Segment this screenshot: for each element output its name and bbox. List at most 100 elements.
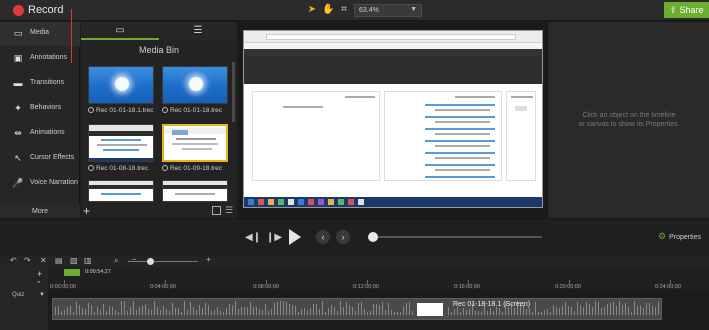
sidebar-item-cursor-effects[interactable]: ↖ Cursor Effects [0, 147, 80, 171]
sidebar-item-label: Media [30, 29, 50, 36]
zoom-out-icon[interactable]: − [132, 255, 137, 264]
arrow-pointer-icon[interactable]: ➤ [306, 4, 318, 16]
next-icon[interactable]: › [336, 230, 350, 244]
waveform-bar [196, 310, 197, 315]
playhead-handle[interactable] [64, 269, 80, 276]
previous-icon[interactable]: ‹ [316, 230, 330, 244]
undo-icon[interactable]: ↶ [10, 256, 17, 265]
sidebar-item-transitions[interactable]: ▬ Transitions [0, 72, 80, 96]
timeline-zoom-track[interactable] [128, 261, 198, 262]
waveform-bar [247, 307, 248, 315]
media-bin-scrollbar[interactable] [232, 62, 235, 122]
chevron-down-icon[interactable]: ▼ [39, 292, 45, 298]
waveform-bar [622, 305, 623, 315]
sidebar-item-media[interactable]: ▭ Media [0, 22, 80, 46]
waveform-bar [334, 307, 335, 315]
media-thumbnail[interactable] [88, 66, 154, 104]
waveform-bar [127, 311, 128, 315]
cut-icon[interactable]: ✕ [40, 256, 47, 265]
waveform-bar [250, 302, 251, 315]
crop-icon[interactable]: ⌗ [338, 4, 350, 16]
waveform-bar [358, 303, 359, 315]
waveform-bar [652, 306, 653, 315]
page-column-right [506, 91, 536, 181]
add-media-icon[interactable]: + [83, 204, 90, 218]
waveform-bar [223, 312, 224, 315]
media-thumbnail[interactable] [162, 66, 228, 104]
sidebar-item-animations[interactable]: ⇹ Animations [0, 122, 80, 146]
waveform-bar [307, 310, 308, 315]
waveform-bar [469, 309, 470, 315]
sidebar-item-annotations[interactable]: ▣ Annotations [0, 47, 80, 71]
play-icon[interactable] [289, 229, 301, 245]
paste-icon[interactable]: ▧ [70, 256, 78, 265]
collapse-icon[interactable]: ⌃ [36, 280, 42, 288]
media-thumbnail[interactable] [162, 180, 228, 202]
media-thumbnail[interactable] [88, 180, 154, 202]
zoom-search-icon[interactable]: ⌕ [114, 256, 118, 266]
waveform-bar [628, 307, 629, 315]
step-forward-icon[interactable]: ❙▶ [266, 232, 282, 243]
waveform-bar [649, 303, 650, 315]
waveform-bar [382, 302, 383, 315]
step-back-icon[interactable]: ◀❙ [245, 232, 261, 243]
waveform-bar [88, 303, 89, 315]
tools-sidebar: ▭ Media ▣ Annotations ▬ Transitions ✦ Be… [0, 22, 80, 218]
media-caption-text: Rec 01-09-18.trec [170, 165, 223, 172]
sidebar-item-voice-narration[interactable]: 🎤 Voice Narration [0, 172, 80, 196]
waveform-bar [124, 301, 125, 315]
waveform-bar [655, 307, 656, 315]
waveform-bar [364, 309, 365, 315]
animations-icon: ⇹ [14, 128, 22, 138]
waveform-bar [616, 306, 617, 315]
media-caption: Rec 01-01-18.trec [162, 107, 232, 114]
hand-pan-icon[interactable]: ✋ [322, 4, 334, 16]
waveform-bar [658, 302, 659, 315]
more-button[interactable]: More [0, 205, 80, 218]
copy-icon[interactable]: ▤ [55, 256, 63, 265]
playback-scrubber-track[interactable] [372, 236, 542, 238]
waveform-bar [274, 303, 275, 315]
list-view-icon[interactable]: ☰ [225, 205, 233, 216]
waveform-bar [256, 307, 257, 315]
timeline-clip[interactable]: Rec 01-18-18.1 (Screen) [52, 298, 662, 320]
sidebar-item-label: Voice Narration [30, 179, 78, 186]
playback-controls: ◀❙ ❙▶ ‹ › ⚙ Properties [0, 218, 709, 254]
zoom-in-icon[interactable]: + [206, 255, 211, 264]
waveform-bar [631, 312, 632, 315]
waveform-bar [559, 308, 560, 315]
waveform-bar [145, 304, 146, 315]
playback-scrubber-handle[interactable] [368, 232, 378, 242]
waveform-bar [91, 305, 92, 315]
waveform-bar [211, 311, 212, 315]
waveform-bar [136, 310, 137, 315]
timeline-zoom-handle[interactable] [147, 258, 154, 265]
redo-icon[interactable]: ↷ [24, 256, 31, 265]
media-caption: Rec 01-01-18.1.trec [88, 107, 158, 114]
properties-button[interactable]: ⚙ Properties [658, 231, 701, 242]
add-track-icon[interactable]: + [37, 269, 42, 279]
sidebar-item-label: Transitions [30, 79, 64, 86]
media-thumbnail-selected[interactable] [162, 124, 228, 162]
grid-view-icon[interactable] [212, 206, 221, 215]
split-icon[interactable]: ▥ [84, 256, 92, 265]
track-header[interactable]: Quiz ▼ [0, 290, 48, 330]
media-bin-title: Media Bin [138, 45, 180, 55]
media-thumbnail[interactable] [88, 124, 154, 162]
waveform-bar [451, 312, 452, 315]
record-icon[interactable] [13, 5, 24, 16]
waveform-bar [601, 308, 602, 315]
canvas-recording-preview[interactable] [243, 30, 543, 208]
record-button[interactable]: Record [28, 4, 63, 16]
zoom-select[interactable]: 63.4% ▼ [354, 4, 422, 17]
sidebar-item-behaviors[interactable]: ✦ Behaviors [0, 97, 80, 121]
waveform-bar [139, 307, 140, 315]
share-button[interactable]: ⇪ Share [664, 2, 709, 18]
tab-library[interactable]: ☰ [159, 22, 237, 40]
canvas-area[interactable] [238, 22, 548, 218]
media-bin-tabs: ▭ ☰ [81, 22, 237, 40]
timeline-ruler[interactable]: + ⌃ 0:00:54;27 0:00:00;00 0:04:00;00 0:0… [0, 267, 709, 290]
waveform-bar [526, 309, 527, 315]
waveform-bar [82, 308, 83, 315]
tab-media-bin[interactable]: ▭ [81, 22, 159, 40]
